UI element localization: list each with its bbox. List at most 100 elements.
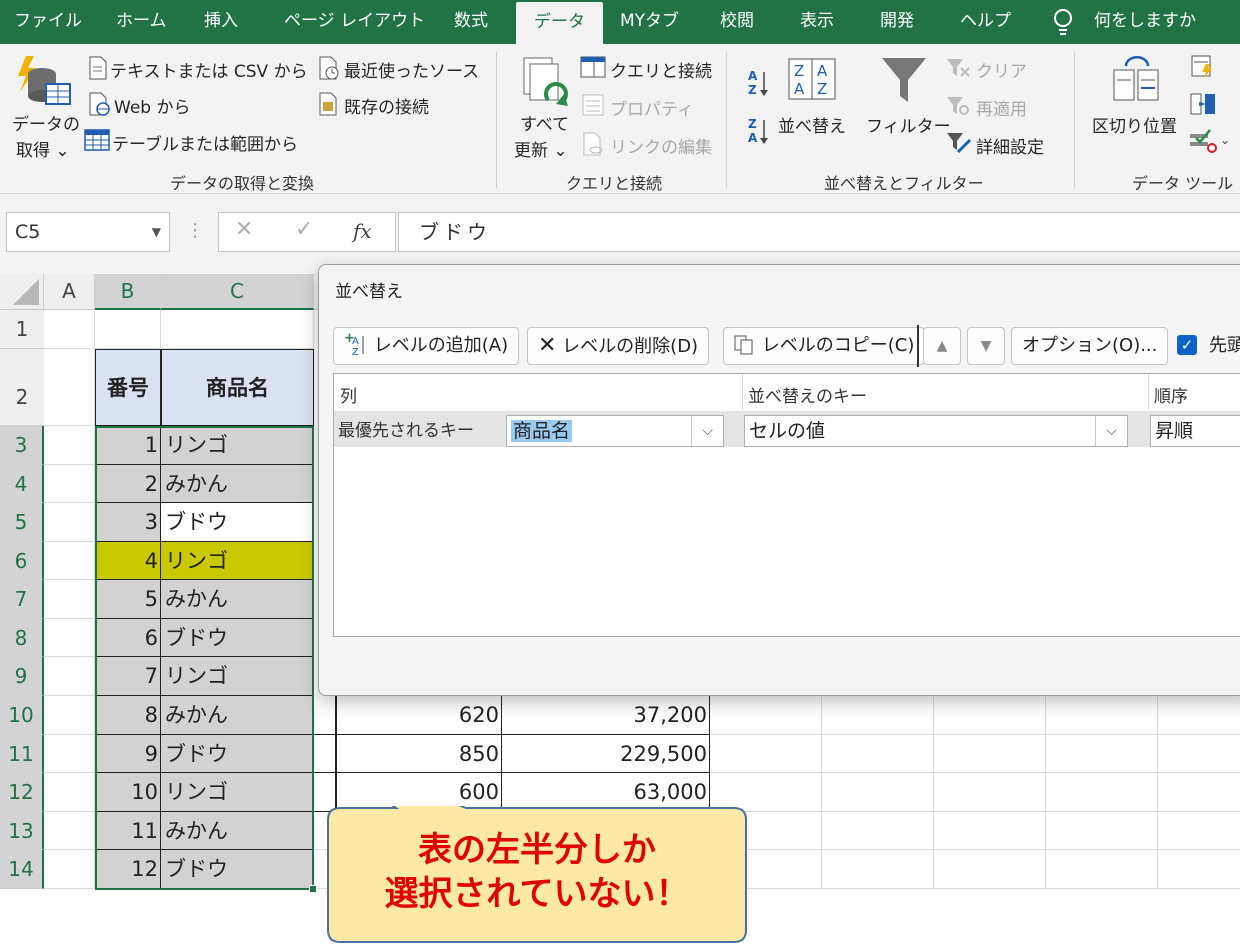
fill-handle[interactable] [309, 885, 317, 893]
cell[interactable] [314, 735, 336, 773]
chevron-down-icon[interactable]: ▼ [152, 213, 161, 251]
cell-total[interactable]: 37,200 [502, 696, 710, 735]
cell-product-name[interactable]: みかん [161, 812, 314, 850]
move-up-button[interactable]: ▲ [923, 327, 961, 365]
cell[interactable] [822, 812, 934, 850]
cell[interactable] [822, 850, 934, 889]
cell-product-name[interactable]: みかん [161, 696, 314, 735]
tab-file[interactable]: ファイル [14, 0, 82, 44]
cell[interactable] [934, 773, 1046, 812]
cell[interactable] [822, 735, 934, 773]
advanced-button[interactable]: 詳細設定 [976, 133, 1044, 158]
cell[interactable] [1046, 850, 1158, 889]
filter-button[interactable]: フィルター [866, 112, 951, 137]
refresh-all-line2[interactable]: 更新 ⌄ [514, 136, 568, 161]
cell[interactable] [44, 773, 95, 812]
cell[interactable] [1158, 773, 1240, 812]
cell-product-name[interactable]: みかん [161, 580, 314, 619]
row-header[interactable]: 7 [0, 580, 44, 619]
row-header[interactable]: 11 [0, 735, 44, 773]
row-header[interactable]: 10 [0, 696, 44, 735]
cell[interactable] [1158, 696, 1240, 735]
cell[interactable] [44, 735, 95, 773]
row-header[interactable]: 1 [0, 310, 44, 349]
cell-number[interactable]: 1 [95, 426, 161, 465]
cell[interactable] [822, 773, 934, 812]
cell-product-name[interactable]: リンゴ [161, 426, 314, 465]
cell[interactable] [822, 696, 934, 735]
existing-connections-button[interactable]: 既存の接続 [344, 93, 429, 118]
cell-price[interactable]: 850 [336, 735, 502, 773]
cell[interactable] [934, 696, 1046, 735]
tab-formulas[interactable]: 数式 [454, 0, 488, 44]
from-text-csv-button[interactable]: テキストまたは CSV から [110, 57, 308, 82]
queries-connections-button[interactable]: クエリと接続 [610, 57, 712, 82]
text-to-columns-button[interactable]: 区切り位置 [1092, 112, 1177, 137]
cell-number[interactable]: 9 [95, 735, 161, 773]
cell-product-name[interactable]: ブドウ [161, 735, 314, 773]
tab-data[interactable]: データ [516, 2, 603, 44]
cell[interactable] [1046, 773, 1158, 812]
from-table-button[interactable]: テーブルまたは範囲から [112, 130, 298, 155]
cell-number[interactable]: 4 [95, 542, 161, 580]
cell[interactable] [710, 696, 822, 735]
cell[interactable] [1158, 850, 1240, 889]
get-data-button-line2[interactable]: 取得 ⌄ [16, 136, 70, 161]
cell[interactable] [44, 426, 95, 465]
cell-product-name[interactable]: ブドウ [161, 850, 314, 889]
row-header[interactable]: 14 [0, 850, 44, 889]
cell-price[interactable]: 620 [336, 696, 502, 735]
move-down-button[interactable]: ▼ [967, 327, 1005, 365]
cell[interactable] [934, 850, 1046, 889]
function-icon[interactable]: fx [353, 219, 372, 243]
select-all-corner[interactable] [0, 274, 44, 310]
cell[interactable] [1158, 812, 1240, 850]
tab-developer[interactable]: 開発 [880, 0, 914, 44]
row-header[interactable]: 6 [0, 542, 44, 580]
cell-number[interactable]: 8 [95, 696, 161, 735]
tab-home[interactable]: ホーム [116, 0, 167, 44]
tab-insert[interactable]: 挿入 [204, 0, 238, 44]
column-header-a[interactable]: A [44, 274, 95, 310]
row-header[interactable]: 8 [0, 619, 44, 657]
row-header[interactable]: 5 [0, 503, 44, 542]
row-header[interactable]: 2 [0, 349, 44, 426]
cell[interactable] [44, 812, 95, 850]
cell[interactable] [44, 503, 95, 542]
copy-level-button[interactable]: レベルのコピー(C) [723, 327, 926, 365]
options-button[interactable]: オプション(O)... [1011, 327, 1169, 365]
cell[interactable] [44, 349, 95, 426]
tell-me-search[interactable]: 何をしますか [1094, 0, 1196, 44]
delete-level-button[interactable]: ✕ レベルの削除(D) [527, 327, 710, 365]
cell[interactable] [44, 657, 95, 696]
reapply-button[interactable]: 再適用 [976, 95, 1027, 120]
cell-number[interactable]: 10 [95, 773, 161, 812]
cell[interactable] [44, 465, 95, 503]
cell-product-name[interactable]: ブドウ [161, 619, 314, 657]
cell-product-name[interactable]: リンゴ [161, 773, 314, 812]
column-header-c[interactable]: C [161, 274, 314, 310]
refresh-all-line1[interactable]: すべて [520, 110, 569, 135]
cell-number[interactable]: 7 [95, 657, 161, 696]
sort-key-select[interactable]: セルの値 ⌵ [744, 415, 1128, 447]
cell-number[interactable]: 6 [95, 619, 161, 657]
chevron-down-icon[interactable]: ⌵ [691, 416, 723, 446]
cell[interactable] [1046, 696, 1158, 735]
header-cell-product[interactable]: 商品名 [161, 349, 314, 426]
cell[interactable] [161, 310, 314, 349]
cell[interactable] [934, 812, 1046, 850]
cell-product-name[interactable]: リンゴ [161, 657, 314, 696]
tab-review[interactable]: 校閲 [720, 0, 754, 44]
recent-sources-button[interactable]: 最近使ったソース [344, 57, 479, 82]
cell-number[interactable]: 2 [95, 465, 161, 503]
cell[interactable] [44, 310, 95, 349]
from-web-button[interactable]: Web から [114, 93, 190, 118]
row-header[interactable]: 3 [0, 426, 44, 465]
chevron-down-icon[interactable]: ⌵ [1095, 416, 1127, 446]
row-header[interactable]: 4 [0, 465, 44, 503]
tab-page-layout[interactable]: ページ レイアウト [284, 0, 425, 44]
cell-total[interactable]: 229,500 [502, 735, 710, 773]
row-header[interactable]: 13 [0, 812, 44, 850]
enter-icon[interactable]: ✓ [295, 217, 313, 242]
formula-input[interactable]: ブドウ [398, 212, 1240, 252]
